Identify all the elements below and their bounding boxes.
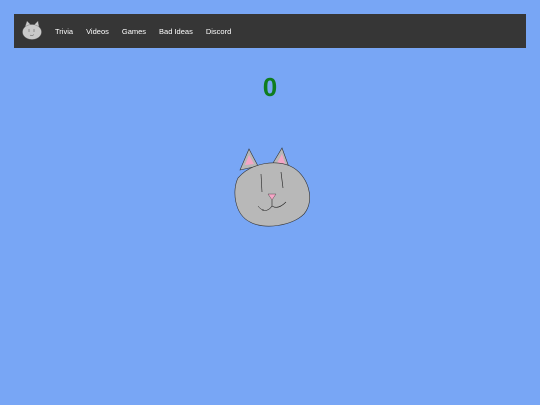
nav-links: Trivia Videos Games Bad Ideas Discord <box>55 14 244 48</box>
nav-link-games[interactable]: Games <box>122 27 146 36</box>
nav-link-videos[interactable]: Videos <box>86 27 109 36</box>
score-display: 0 <box>0 72 540 103</box>
nav-link-trivia[interactable]: Trivia <box>55 27 73 36</box>
clickable-cat-icon[interactable] <box>228 144 314 230</box>
page: Trivia Videos Games Bad Ideas Discord 0 <box>0 0 540 405</box>
navbar: Trivia Videos Games Bad Ideas Discord <box>14 14 526 48</box>
score-value: 0 <box>262 72 278 102</box>
nav-link-discord[interactable]: Discord <box>206 27 231 36</box>
nav-link-bad-ideas[interactable]: Bad Ideas <box>159 27 193 36</box>
site-logo-cat-icon[interactable] <box>21 19 43 41</box>
